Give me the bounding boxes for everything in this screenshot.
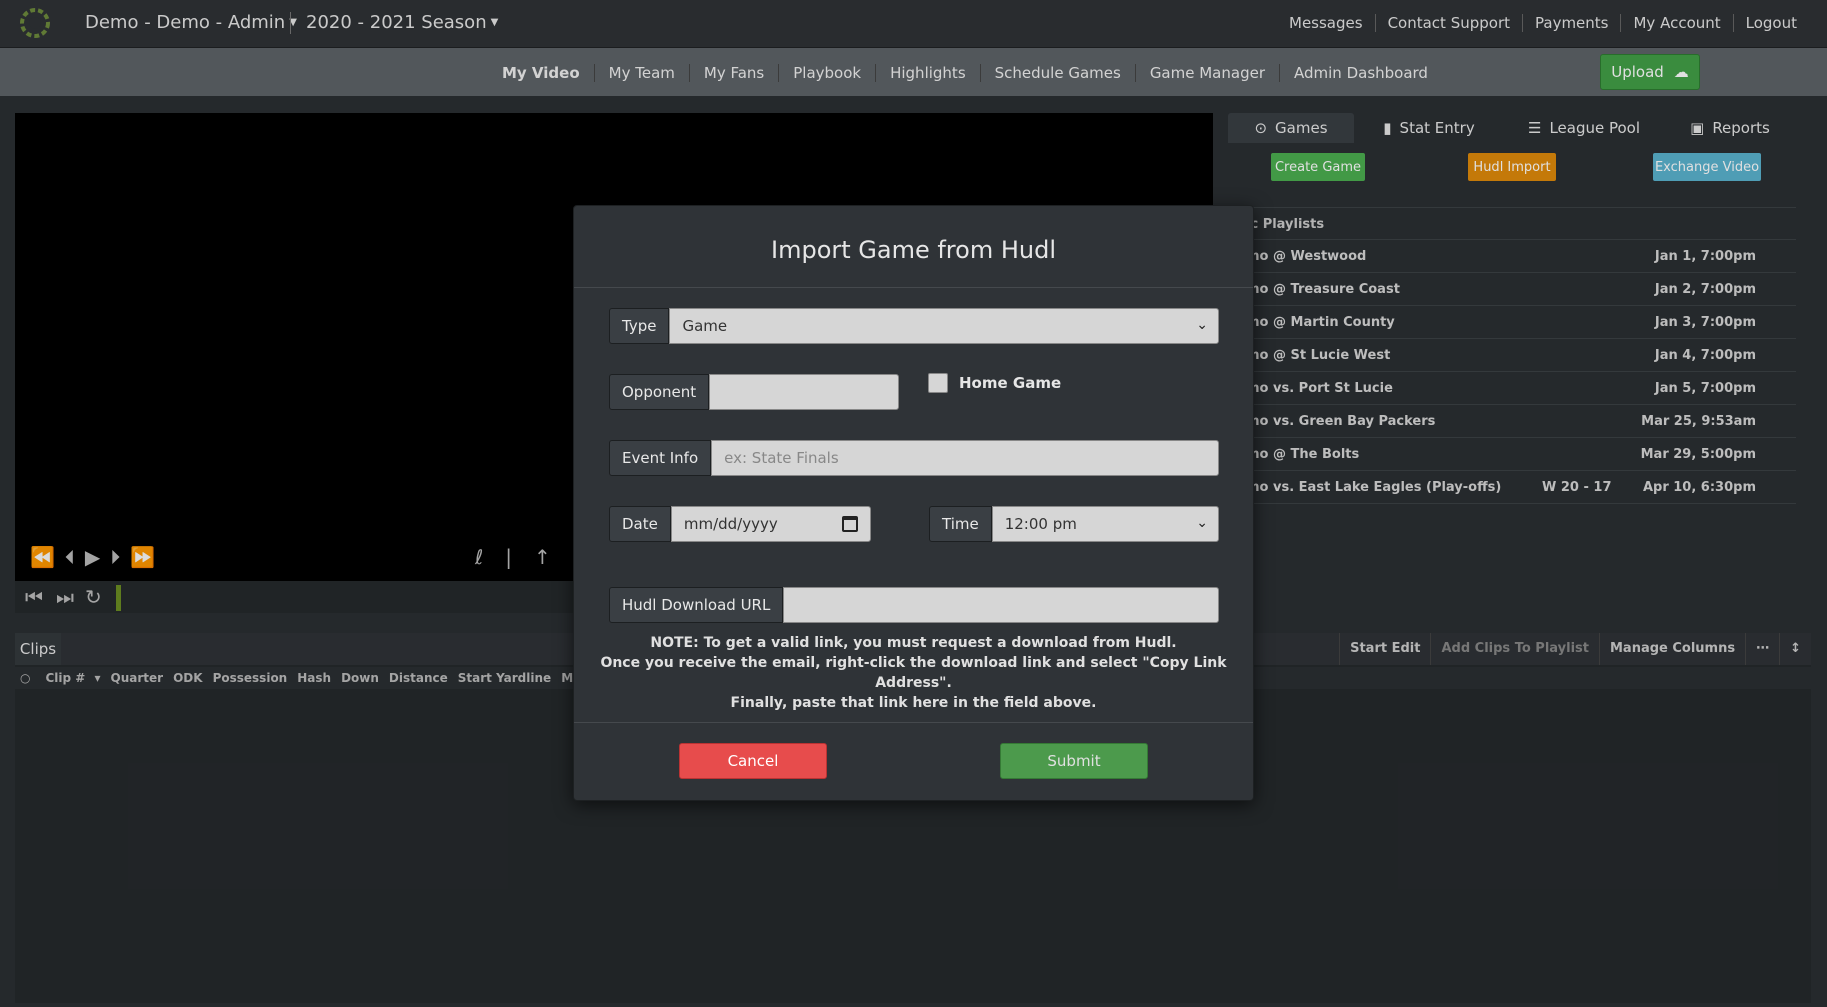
home-game-checkbox[interactable] (928, 373, 948, 393)
date-placeholder: mm/dd/yyyy (683, 515, 778, 533)
time-select[interactable]: 12:00 pm ⌄ (991, 506, 1219, 542)
type-label: Type (609, 308, 670, 344)
note-line: NOTE: To get a valid link, you must requ… (650, 635, 1177, 651)
date-group: Date mm/dd/yyyy (609, 506, 871, 542)
home-game-label[interactable]: Home Game (959, 374, 1061, 392)
time-group: Time 12:00 pm ⌄ (929, 506, 1219, 542)
import-game-modal: Import Game from Hudl Type Game ⌄ Opponen… (573, 205, 1254, 801)
type-value: Game (682, 317, 728, 335)
opponent-label: Opponent (609, 374, 710, 410)
type-group: Type Game ⌄ (609, 308, 1219, 344)
time-value: 12:00 pm (1004, 515, 1077, 533)
calendar-icon[interactable] (842, 516, 858, 532)
note-line: Finally, paste that link here in the fie… (730, 695, 1097, 711)
hudl-url-input[interactable] (783, 587, 1219, 623)
chevron-down-icon: ⌄ (1196, 515, 1208, 531)
hudl-url-group: Hudl Download URL (609, 587, 1219, 623)
event-info-label: Event Info (609, 440, 712, 476)
hudl-url-label: Hudl Download URL (609, 587, 784, 623)
date-label: Date (609, 506, 671, 542)
event-info-placeholder: ex: State Finals (724, 449, 839, 467)
divider (574, 287, 1253, 288)
type-select[interactable]: Game ⌄ (669, 308, 1219, 344)
date-input[interactable]: mm/dd/yyyy (670, 506, 871, 542)
opponent-group: Opponent (609, 374, 899, 410)
chevron-down-icon: ⌄ (1196, 317, 1208, 333)
divider (574, 722, 1253, 723)
modal-title: Import Game from Hudl (771, 236, 1056, 264)
opponent-input[interactable] (709, 374, 899, 410)
submit-button[interactable]: Submit (1000, 743, 1148, 779)
cancel-button[interactable]: Cancel (679, 743, 827, 779)
event-info-input[interactable]: ex: State Finals (711, 440, 1219, 476)
hudl-note: NOTE: To get a valid link, you must requ… (574, 633, 1253, 713)
note-line: Once you receive the email, right-click … (600, 655, 1227, 691)
event-info-group: Event Info ex: State Finals (609, 440, 1219, 476)
time-label: Time (929, 506, 992, 542)
